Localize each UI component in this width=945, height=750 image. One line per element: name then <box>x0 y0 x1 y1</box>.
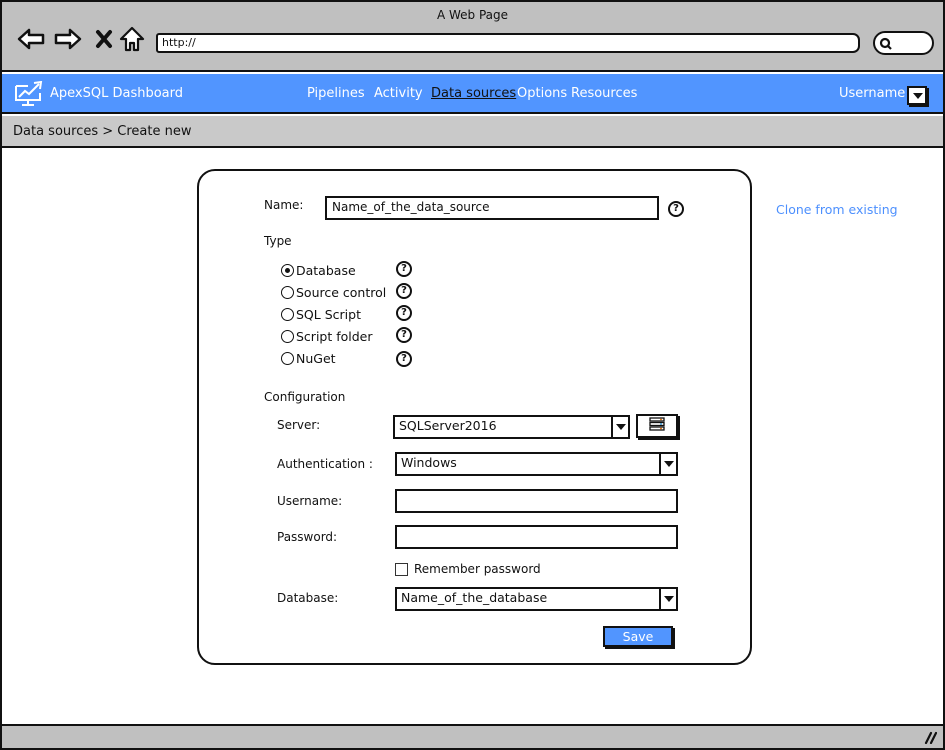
stop-icon[interactable] <box>89 24 119 54</box>
server-label: Server: <box>277 418 321 432</box>
username-label[interactable]: Username <box>839 86 905 101</box>
monitor-chart-icon <box>14 80 44 111</box>
authentication-label: Authentication : <box>277 457 373 471</box>
script-folder-help-icon[interactable]: ? <box>396 327 412 343</box>
browser-chrome: A Web Page http:// <box>2 2 943 72</box>
server-list-icon <box>649 417 665 435</box>
radio-button[interactable] <box>281 330 294 343</box>
name-label: Name: <box>264 198 304 212</box>
type-radio-sql-script[interactable]: SQL Script <box>281 307 361 322</box>
radio-button[interactable] <box>281 286 294 299</box>
url-input[interactable]: http:// <box>156 33 860 53</box>
database-value: Name_of_the_database <box>401 590 548 605</box>
radio-button[interactable] <box>281 308 294 321</box>
name-input[interactable]: Name_of_the_data_source <box>325 196 659 220</box>
breadcrumb: Data sources > Create new <box>13 124 192 139</box>
radio-label: SQL Script <box>296 307 361 322</box>
configuration-label: Configuration <box>264 390 346 404</box>
search-icon <box>879 37 893 55</box>
server-value: SQLServer2016 <box>399 418 497 433</box>
type-label: Type <box>264 234 292 248</box>
app-header: ApexSQL Dashboard Pipelines Activity Dat… <box>2 74 943 114</box>
source-control-help-icon[interactable]: ? <box>396 283 412 299</box>
resize-grip-icon[interactable] <box>923 730 938 748</box>
chevron-down-icon[interactable] <box>659 454 676 474</box>
remember-password-label[interactable]: Remember password <box>414 562 541 576</box>
radio-label: Script folder <box>296 329 373 344</box>
create-data-source-form: Name: Name_of_the_data_source ? Type Dat… <box>197 169 752 665</box>
name-help-icon[interactable]: ? <box>668 201 684 217</box>
status-bar <box>2 724 943 748</box>
browse-servers-button[interactable] <box>636 414 678 438</box>
sql-script-help-icon[interactable]: ? <box>396 305 412 321</box>
username-field-label: Username: <box>277 494 343 508</box>
clone-from-existing-link[interactable]: Clone from existing <box>776 202 898 217</box>
browser-search-input[interactable] <box>873 31 934 55</box>
database-select[interactable]: Name_of_the_database <box>395 587 678 611</box>
authentication-value: Windows <box>401 455 457 470</box>
radio-label: Database <box>296 263 356 278</box>
radio-label: Source control <box>296 285 387 300</box>
window-title: A Web Page <box>436 8 509 22</box>
type-radio-script-folder[interactable]: Script folder <box>281 329 373 344</box>
chevron-down-icon[interactable] <box>611 417 628 437</box>
back-arrow-icon[interactable] <box>16 24 46 54</box>
nav-options[interactable]: Options <box>517 86 567 101</box>
radio-label: NuGet <box>296 351 336 366</box>
nav-activity[interactable]: Activity <box>374 86 423 101</box>
nuget-help-icon[interactable]: ? <box>396 351 412 367</box>
database-help-icon[interactable]: ? <box>396 261 412 277</box>
save-button[interactable]: Save <box>603 626 673 647</box>
home-icon[interactable] <box>117 24 147 54</box>
username-input[interactable] <box>395 489 678 513</box>
type-radio-source-control[interactable]: Source control <box>281 285 386 300</box>
type-radio-nuget[interactable]: NuGet <box>281 351 336 366</box>
nav-data-sources[interactable]: Data sources <box>431 86 516 101</box>
authentication-select[interactable]: Windows <box>395 452 678 476</box>
radio-button[interactable] <box>281 264 294 277</box>
password-input[interactable] <box>395 525 678 549</box>
breadcrumb-bar: Data sources > Create new <box>2 116 943 148</box>
radio-button[interactable] <box>281 352 294 365</box>
app-title[interactable]: ApexSQL Dashboard <box>50 86 183 101</box>
remember-password-checkbox[interactable] <box>395 563 408 576</box>
nav-pipelines[interactable]: Pipelines <box>307 86 365 101</box>
database-field-label: Database: <box>277 591 339 605</box>
server-select[interactable]: SQLServer2016 <box>393 415 630 439</box>
browser-window: A Web Page http:// ApexSQL Dashboard Pip… <box>0 0 945 750</box>
nav-resources[interactable]: Resources <box>571 86 637 101</box>
forward-arrow-icon[interactable] <box>53 24 83 54</box>
chevron-down-icon[interactable] <box>659 589 676 609</box>
password-field-label: Password: <box>277 530 338 544</box>
user-menu-dropdown[interactable] <box>907 86 927 105</box>
type-radio-database[interactable]: Database <box>281 263 356 278</box>
